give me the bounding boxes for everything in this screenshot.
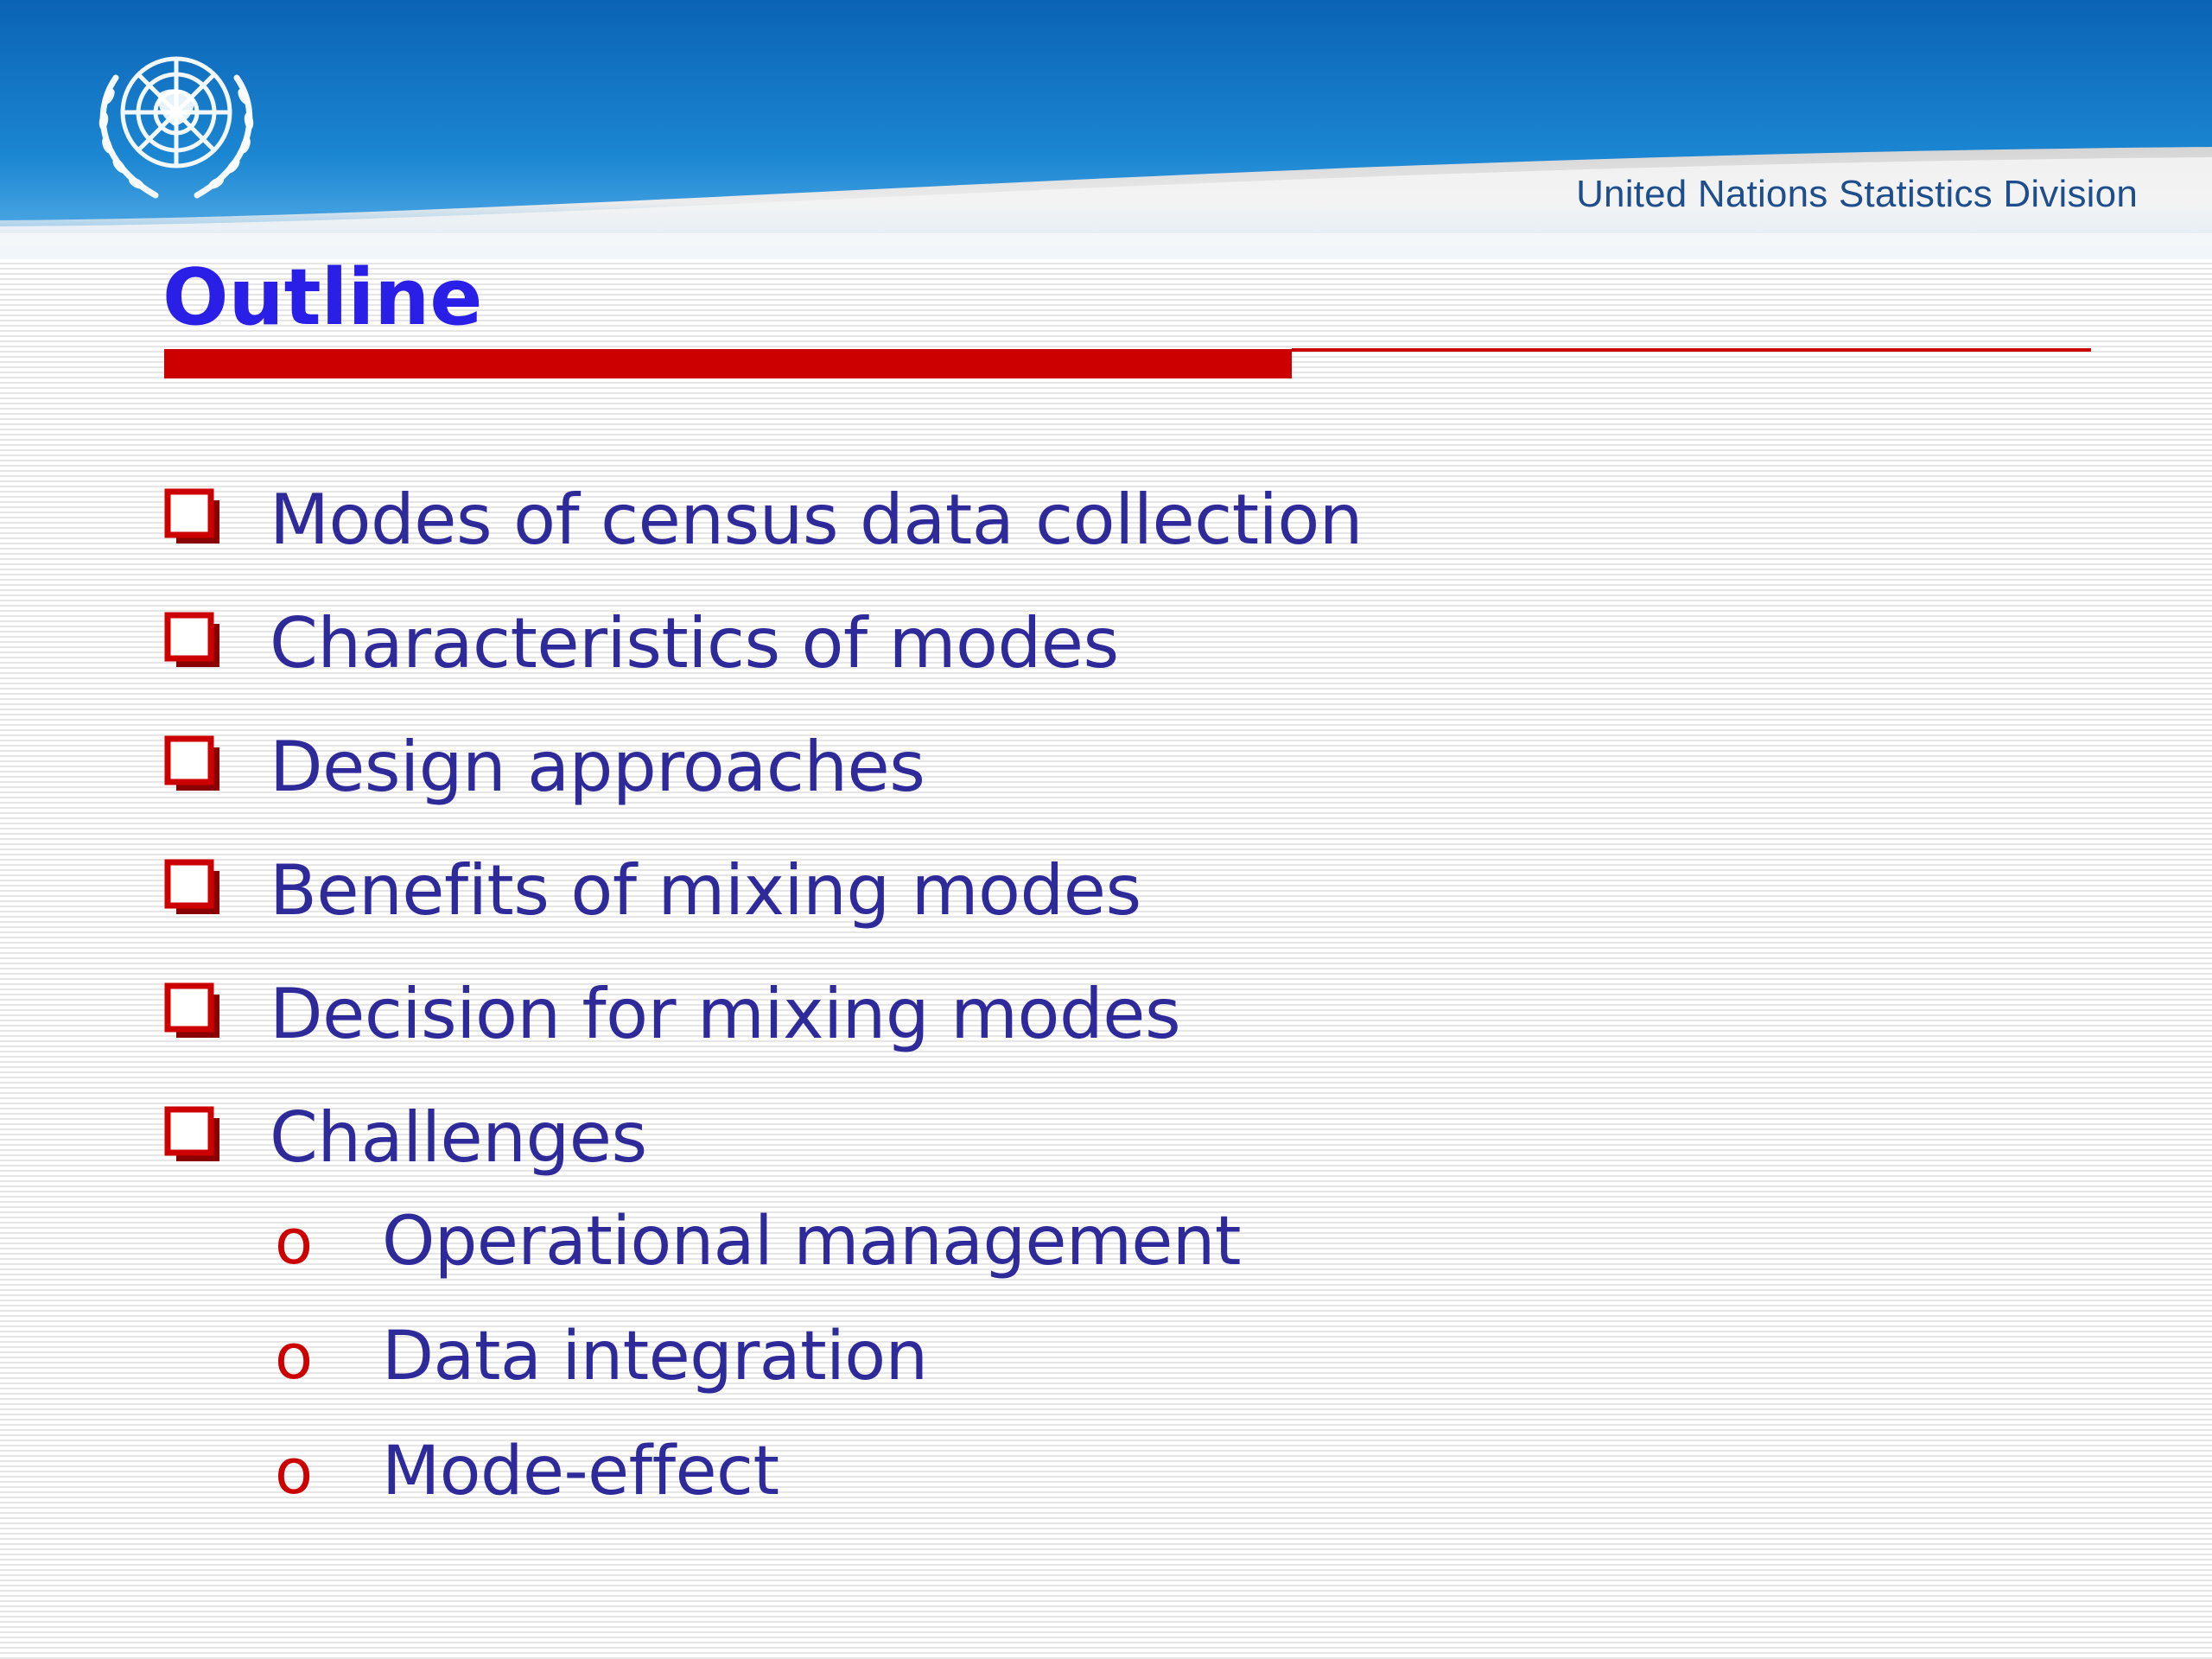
checkbox-bullet-icon <box>164 1106 221 1163</box>
outline-item: Benefits of mixing modes <box>164 829 1363 952</box>
title-underline-thick <box>164 349 1292 378</box>
sub-list-item: o Operational management <box>275 1184 1241 1299</box>
outline-item-label: Decision for mixing modes <box>270 974 1181 1054</box>
title-underline-thin <box>1292 348 2091 352</box>
challenges-sublist: o Operational management o Data integrat… <box>275 1184 1241 1529</box>
sub-bullet: o <box>275 1205 314 1278</box>
sub-list-item: o Data integration <box>275 1299 1241 1414</box>
outline-item-label: Challenges <box>270 1097 647 1178</box>
outline-item: Design approaches <box>164 705 1363 829</box>
sub-bullet: o <box>275 1434 314 1508</box>
checkbox-bullet-icon <box>164 735 221 792</box>
sub-list-item: o Mode-effect <box>275 1414 1241 1529</box>
checkbox-bullet-icon <box>164 612 221 669</box>
sub-item-label: Operational management <box>382 1202 1241 1281</box>
checkbox-bullet-icon <box>164 859 221 916</box>
outline-item: Challenges <box>164 1076 1363 1199</box>
slide: United Nations Statistics Division Outli… <box>0 0 2212 1659</box>
outline-item: Characteristics of modes <box>164 582 1363 705</box>
outline-item: Modes of census data collection <box>164 458 1363 582</box>
outline-list: Modes of census data collection Characte… <box>164 458 1363 1199</box>
division-name: United Nations Statistics Division <box>1576 173 2138 215</box>
outline-item: Decision for mixing modes <box>164 952 1363 1076</box>
outline-item-label: Design approaches <box>270 727 925 807</box>
sub-bullet: o <box>275 1319 314 1393</box>
checkbox-bullet-icon <box>164 982 221 1039</box>
sub-item-label: Mode-effect <box>382 1432 779 1510</box>
outline-item-label: Modes of census data collection <box>270 480 1363 560</box>
slide-title: Outline <box>162 252 483 343</box>
sub-item-label: Data integration <box>382 1317 928 1395</box>
checkbox-bullet-icon <box>164 488 221 545</box>
un-emblem-icon <box>66 26 287 218</box>
outline-item-label: Characteristics of modes <box>270 603 1119 683</box>
header-banner <box>0 0 2212 259</box>
outline-item-label: Benefits of mixing modes <box>270 850 1141 931</box>
